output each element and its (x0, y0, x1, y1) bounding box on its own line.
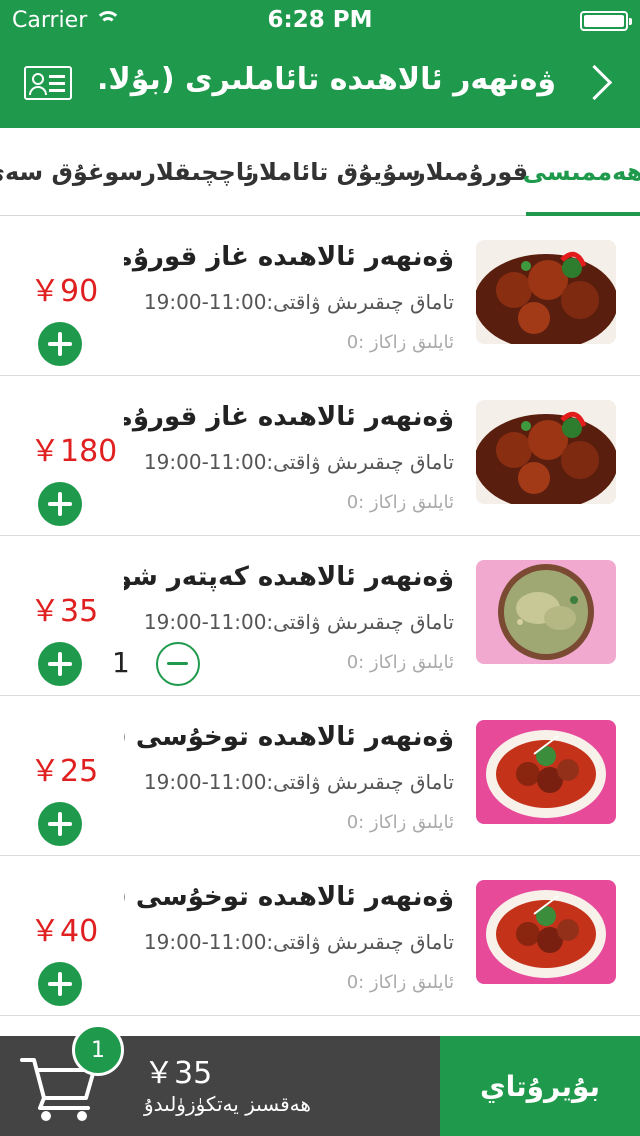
food-name: ۋەنهەر ئالاھىدە كەپتەر شورپ.. (124, 562, 454, 592)
add-to-cart-button[interactable] (38, 962, 82, 1006)
food-serving-time: تاماق چىقىرىش ۋاقتى:11:00-19:00 (143, 450, 454, 474)
nav-bar: ۋەنهەر ئالاھىدە تائاملىرى (بۇلا... (0, 40, 640, 128)
list-item[interactable]: ۋەنهەر ئالاھىدە غاز قورۇمىس.. تاماق چىقى… (0, 376, 640, 536)
cart-bar: 1 ￥35 ھەقسىز يەتكۈزۈلىدۇ بۇيرۇتاي (0, 1024, 640, 1136)
food-image (476, 880, 616, 984)
food-list: ۋەنهەر ئالاھىدە غاز قورۇمىس.. تاماق چىقى… (0, 216, 640, 1016)
status-time: 6:28 PM (267, 7, 373, 33)
add-to-cart-button[interactable] (38, 482, 82, 526)
food-price: ￥180 (30, 434, 118, 469)
food-monthly-sales: ئايلىق زاكاز :0 (346, 812, 454, 833)
food-serving-time: تاماق چىقىرىش ۋاقتى:11:00-19:00 (143, 770, 454, 794)
id-card-icon[interactable] (24, 66, 72, 100)
tab-all[interactable]: ھەممىسى (523, 128, 640, 216)
food-price: ￥40 (30, 914, 99, 949)
cart-summary[interactable]: 1 ￥35 ھەقسىز يەتكۈزۈلىدۇ (0, 1024, 440, 1136)
list-item[interactable]: ۋەنهەر ئالاھىدە غاز قورۇمىس.. تاماق چىقى… (0, 216, 640, 376)
list-item[interactable]: ۋەنهەر ئالاھىدە كەپتەر شورپ.. تاماق چىقى… (0, 536, 640, 696)
food-monthly-sales: ئايلىق زاكاز :0 (346, 652, 454, 673)
checkout-button[interactable]: بۇيرۇتاي (440, 1036, 640, 1136)
delivery-note: ھەقسىز يەتكۈزۈلىدۇ (144, 1092, 311, 1116)
food-serving-time: تاماق چىقىرىش ۋاقتى:11:00-19:00 (143, 290, 454, 314)
cart-count-badge: 1 (72, 1024, 124, 1076)
tab-stir-fry[interactable]: قورۇمىلار (412, 128, 528, 216)
food-name: ۋەنهەر ئالاھىدە توخۇسى (كى.. (124, 722, 454, 752)
remove-from-cart-button[interactable] (156, 642, 200, 686)
food-image (476, 240, 616, 344)
food-serving-time: تاماق چىقىرىش ۋاقتى:11:00-19:00 (143, 610, 454, 634)
food-monthly-sales: ئايلىق زاكاز :0 (346, 972, 454, 993)
food-name: ۋەنهەر ئالاھىدە غاز قورۇمىس.. (124, 402, 454, 432)
food-image (476, 560, 616, 664)
food-monthly-sales: ئايلىق زاكاز :0 (346, 492, 454, 513)
list-item[interactable]: ۋەنهەر ئالاھىدە توخۇسى (كى.. تاماق چىقىر… (0, 696, 640, 856)
item-quantity: 1 (112, 646, 130, 679)
add-to-cart-button[interactable] (38, 642, 82, 686)
food-price: ￥35 (30, 594, 99, 629)
tab-cold-dishes[interactable]: سوغۇق سەي (0, 128, 143, 216)
food-monthly-sales: ئايلىق زاكاز :0 (346, 332, 454, 353)
food-name: ۋەنهەر ئالاھىدە غاز قورۇمىس.. (124, 242, 454, 272)
page-title: ۋەنهەر ئالاھىدە تائاملىرى (بۇلا... (96, 62, 556, 97)
add-to-cart-button[interactable] (38, 802, 82, 846)
food-price: ￥25 (30, 754, 99, 789)
chevron-right-icon[interactable] (578, 62, 618, 106)
list-item[interactable]: ۋەنهەر ئالاھىدە توخۇسى (ئوت.. تاماق چىقى… (0, 856, 640, 1016)
food-image (476, 720, 616, 824)
header: Carrier 6:28 PM ۋەنهەر ئالاھىدە تائاملىر… (0, 0, 640, 128)
battery-icon (580, 11, 632, 31)
add-to-cart-button[interactable] (38, 322, 82, 366)
tab-spicy[interactable]: ئاچچىقلار (142, 128, 254, 216)
food-price: ￥90 (30, 274, 99, 309)
cart-total: ￥35 (144, 1056, 213, 1091)
tab-soups[interactable]: سۇيۇق تائاملار (245, 128, 420, 216)
food-serving-time: تاماق چىقىرىش ۋاقتى:11:00-19:00 (143, 930, 454, 954)
status-bar: Carrier 6:28 PM (0, 0, 640, 40)
food-name: ۋەنهەر ئالاھىدە توخۇسى (ئوت.. (124, 882, 454, 912)
food-image (476, 400, 616, 504)
category-tabs: سوغۇق سەي ئاچچىقلار سۇيۇق تائاملار قورۇم… (0, 128, 640, 216)
